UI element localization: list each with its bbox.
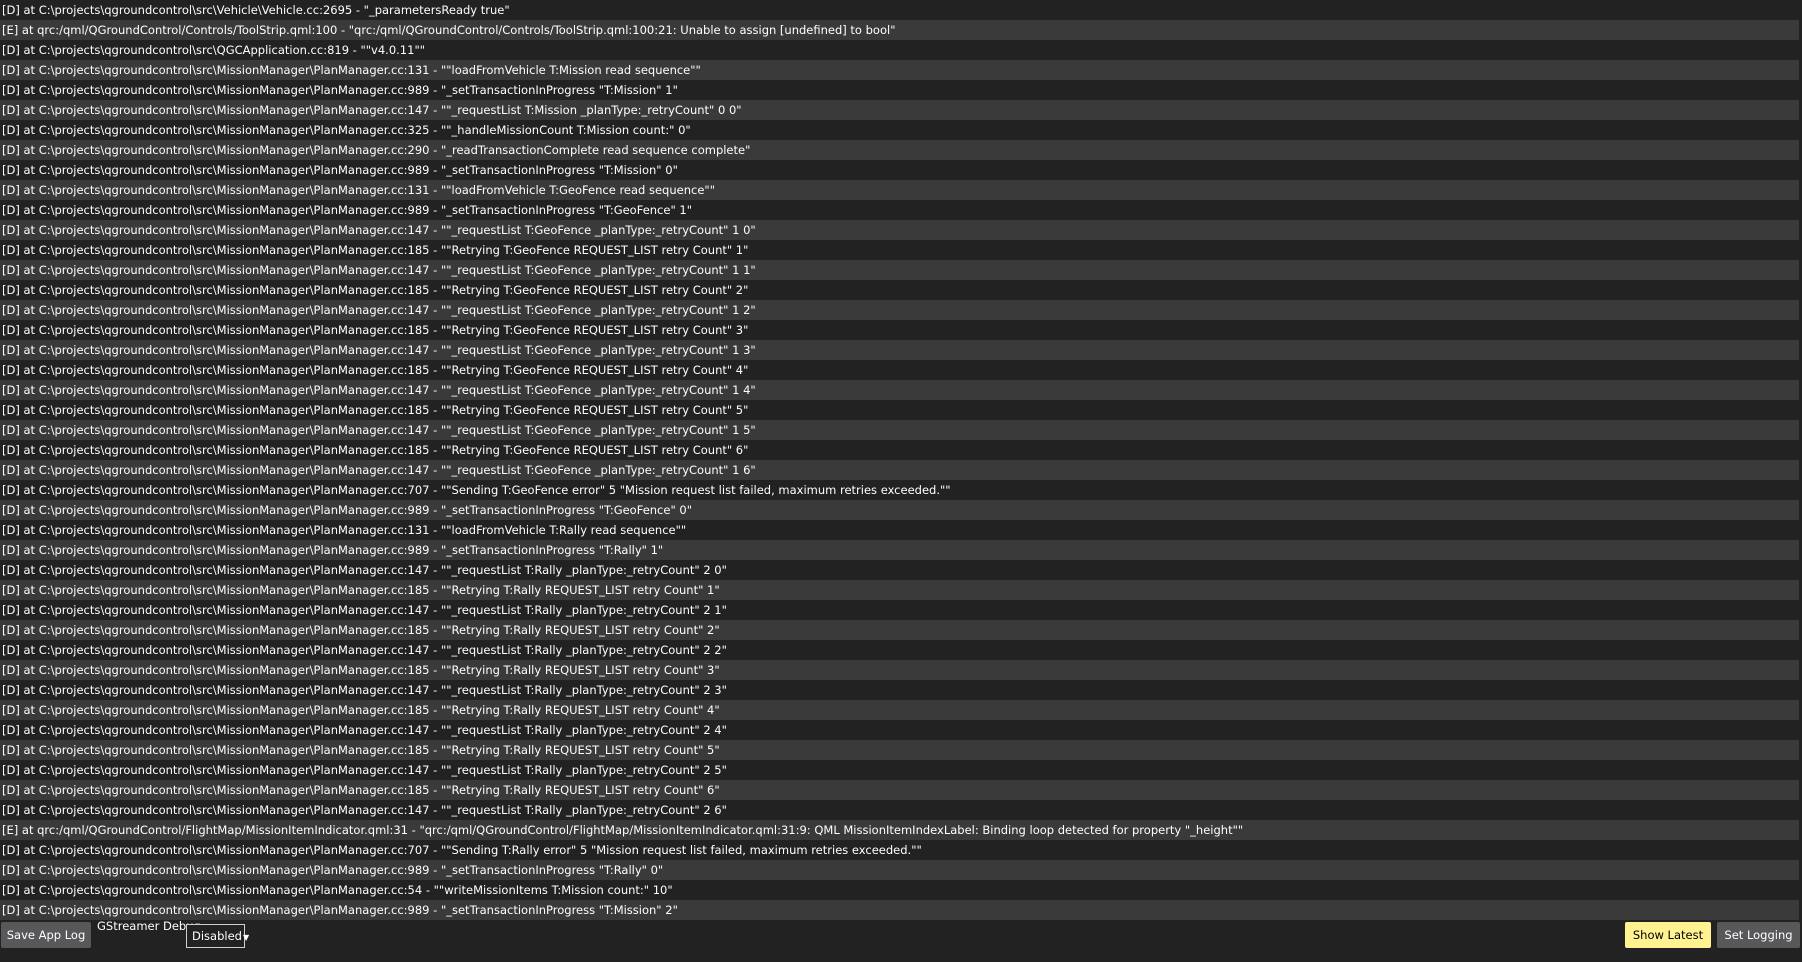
log-row: [D] at C:\projects\qgroundcontrol\src\Mi… [0,120,1799,140]
log-row: [D] at C:\projects\qgroundcontrol\src\Mi… [0,540,1799,560]
log-row: [D] at C:\projects\qgroundcontrol\src\Mi… [0,620,1799,640]
log-row: [D] at C:\projects\qgroundcontrol\src\Mi… [0,260,1799,280]
log-row: [D] at C:\projects\qgroundcontrol\src\Mi… [0,320,1799,340]
log-row: [D] at C:\projects\qgroundcontrol\src\Mi… [0,340,1799,360]
log-row: [D] at C:\projects\qgroundcontrol\src\Mi… [0,160,1799,180]
app-console-window: [D] at C:\projects\qgroundcontrol\src\Ve… [0,0,1802,962]
log-row: [D] at C:\projects\qgroundcontrol\src\Mi… [0,460,1799,480]
log-row: [D] at C:\projects\qgroundcontrol\src\Mi… [0,640,1799,660]
log-row: [D] at C:\projects\qgroundcontrol\src\Mi… [0,880,1799,900]
log-row: [D] at C:\projects\qgroundcontrol\src\Mi… [0,440,1799,460]
log-row: [D] at C:\projects\qgroundcontrol\src\Mi… [0,200,1799,220]
log-row: [D] at C:\projects\qgroundcontrol\src\Mi… [0,280,1799,300]
log-row: [D] at C:\projects\qgroundcontrol\src\Mi… [0,740,1799,760]
log-row: [D] at C:\projects\qgroundcontrol\src\Mi… [0,760,1799,780]
log-row: [D] at C:\projects\qgroundcontrol\src\Mi… [0,900,1799,920]
log-row: [D] at C:\projects\qgroundcontrol\src\Mi… [0,700,1799,720]
log-row: [D] at C:\projects\qgroundcontrol\src\Mi… [0,600,1799,620]
log-row: [D] at C:\projects\qgroundcontrol\src\Mi… [0,780,1799,800]
log-row: [D] at C:\projects\qgroundcontrol\src\Mi… [0,420,1799,440]
log-row: [D] at C:\projects\qgroundcontrol\src\Mi… [0,520,1799,540]
log-row: [D] at C:\projects\qgroundcontrol\src\Mi… [0,360,1799,380]
app-log-list[interactable]: [D] at C:\projects\qgroundcontrol\src\Ve… [0,0,1799,920]
log-row: [D] at C:\projects\qgroundcontrol\src\Mi… [0,300,1799,320]
log-row: [D] at C:\projects\qgroundcontrol\src\Mi… [0,140,1799,160]
log-row: [D] at C:\projects\qgroundcontrol\src\Mi… [0,60,1799,80]
log-row: [D] at C:\projects\qgroundcontrol\src\Mi… [0,680,1799,700]
log-row: [D] at C:\projects\qgroundcontrol\src\QG… [0,40,1799,60]
log-row: [D] at C:\projects\qgroundcontrol\src\Mi… [0,100,1799,120]
log-row: [D] at C:\projects\qgroundcontrol\src\Mi… [0,380,1799,400]
log-row: [D] at C:\projects\qgroundcontrol\src\Mi… [0,480,1799,500]
log-row: [D] at C:\projects\qgroundcontrol\src\Mi… [0,580,1799,600]
log-row: [D] at C:\projects\qgroundcontrol\src\Mi… [0,180,1799,200]
log-row: [D] at C:\projects\qgroundcontrol\src\Mi… [0,240,1799,260]
log-row: [D] at C:\projects\qgroundcontrol\src\Mi… [0,560,1799,580]
log-toolbar: Save App Log GStreamer Debug Disabled▼ S… [0,918,1802,962]
log-row: [D] at C:\projects\qgroundcontrol\src\Mi… [0,80,1799,100]
log-row: [D] at C:\projects\qgroundcontrol\src\Mi… [0,840,1799,860]
chevron-down-icon: ▼ [242,933,250,942]
log-row: [D] at C:\projects\qgroundcontrol\src\Mi… [0,800,1799,820]
save-app-log-button[interactable]: Save App Log [1,922,91,948]
gstreamer-debug-value: Disabled [192,929,242,943]
log-row: [D] at C:\projects\qgroundcontrol\src\Mi… [0,860,1799,880]
log-row: [D] at C:\projects\qgroundcontrol\src\Mi… [0,500,1799,520]
log-row: [E] at qrc:/qml/QGroundControl/FlightMap… [0,820,1799,840]
show-latest-button[interactable]: Show Latest [1625,922,1711,948]
log-row: [D] at C:\projects\qgroundcontrol\src\Mi… [0,220,1799,240]
log-row: [D] at C:\projects\qgroundcontrol\src\Mi… [0,720,1799,740]
set-logging-button[interactable]: Set Logging [1717,922,1800,948]
log-row: [D] at C:\projects\qgroundcontrol\src\Ve… [0,0,1799,20]
log-row: [D] at C:\projects\qgroundcontrol\src\Mi… [0,660,1799,680]
gstreamer-debug-select[interactable]: Disabled▼ [186,924,249,948]
log-row: [E] at qrc:/qml/QGroundControl/Controls/… [0,20,1799,40]
log-row: [D] at C:\projects\qgroundcontrol\src\Mi… [0,400,1799,420]
